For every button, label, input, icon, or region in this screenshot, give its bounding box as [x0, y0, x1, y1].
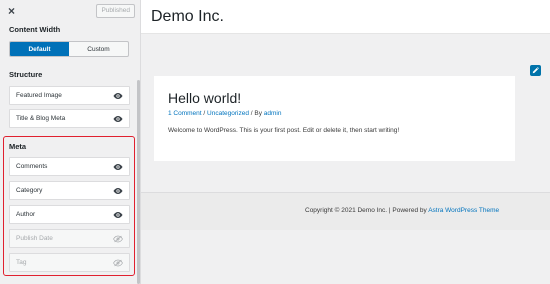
footer-copyright: Copyright © 2021 Demo Inc. | Powered by [305, 207, 429, 214]
meta-item-comments[interactable]: Comments [9, 157, 130, 176]
post-excerpt: Welcome to WordPress. This is your first… [168, 127, 400, 134]
meta-item-category[interactable]: Category [9, 181, 130, 200]
eye-icon[interactable] [113, 211, 123, 219]
meta-title: Meta [9, 142, 27, 151]
post-category-link[interactable]: Uncategorized [207, 110, 249, 117]
meta-item-label: Author [16, 211, 36, 218]
eye-icon[interactable] [113, 187, 123, 195]
content-width-custom-button[interactable]: Custom [69, 42, 128, 56]
content-width-default-button[interactable]: Default [10, 42, 69, 56]
footer-text: Copyright © 2021 Demo Inc. | Powered by … [141, 207, 550, 214]
eye-icon[interactable] [113, 115, 123, 123]
site-footer: Copyright © 2021 Demo Inc. | Powered by … [141, 192, 550, 230]
eye-slash-icon[interactable] [113, 259, 123, 267]
meta-item-tag[interactable]: Tag [9, 253, 130, 272]
sidebar-scrollbar[interactable] [137, 80, 140, 284]
eye-slash-icon[interactable] [113, 235, 123, 243]
post-title[interactable]: Hello world! [168, 90, 241, 106]
meta-item-label: Category [16, 187, 43, 194]
site-title[interactable]: Demo Inc. [151, 8, 224, 26]
footer-theme-link[interactable]: Astra WordPress Theme [428, 207, 499, 214]
preview-background [141, 230, 550, 284]
post-author-link[interactable]: admin [264, 110, 282, 117]
customizer-sidebar: × Published Content Width Default Custom… [0, 0, 141, 284]
pencil-icon [532, 67, 539, 74]
meta-by-text: / By [248, 110, 264, 117]
meta-item-label: Comments [16, 163, 48, 170]
post-comments-link[interactable]: 1 Comment [168, 110, 202, 117]
structure-item-label: Featured Image [16, 92, 62, 99]
meta-item-author[interactable]: Author [9, 205, 130, 224]
close-icon[interactable]: × [8, 5, 15, 17]
post-meta: 1 Comment / Uncategorized / By admin [168, 110, 281, 117]
structure-title: Structure [9, 70, 43, 79]
content-width-title: Content Width [9, 25, 61, 34]
edit-shortcut-button[interactable] [530, 65, 541, 76]
meta-item-label: Publish Date [16, 235, 53, 242]
post-card: Hello world! 1 Comment / Uncategorized /… [154, 76, 515, 161]
content-width-toggle: Default Custom [9, 41, 129, 57]
structure-item-title-blog-meta[interactable]: Title & Blog Meta [9, 109, 130, 128]
eye-icon[interactable] [113, 92, 123, 100]
publish-button[interactable]: Published [96, 4, 135, 18]
sidebar-header: × Published [0, 0, 140, 22]
structure-item-label: Title & Blog Meta [16, 115, 66, 122]
eye-icon[interactable] [113, 163, 123, 171]
structure-item-featured-image[interactable]: Featured Image [9, 86, 130, 105]
meta-item-publish-date[interactable]: Publish Date [9, 229, 130, 248]
site-preview: Demo Inc. Hello world! 1 Comment / Uncat… [141, 0, 550, 284]
meta-item-label: Tag [16, 259, 27, 266]
site-header: Demo Inc. [141, 0, 550, 34]
